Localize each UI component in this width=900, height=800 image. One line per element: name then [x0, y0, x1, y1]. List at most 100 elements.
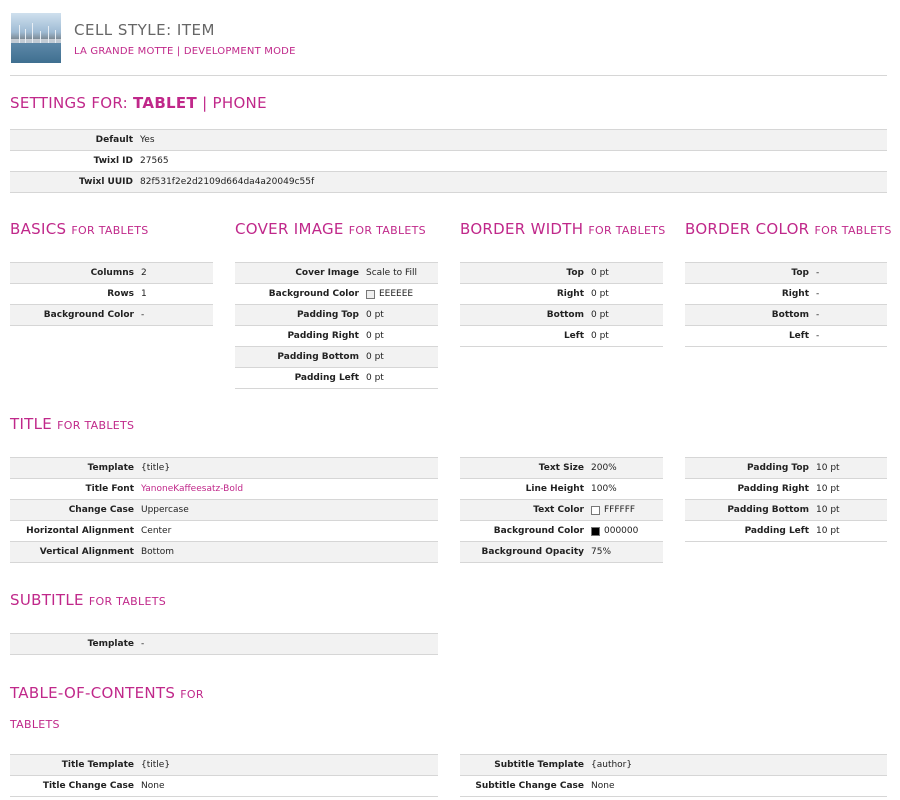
row-value: FFFFFF	[591, 505, 635, 515]
page-subtitle: LA GRANDE MOTTE | DEVELOPMENT MODE	[74, 46, 296, 57]
table-row: Padding Right 10 pt	[685, 479, 887, 500]
row-value: 0 pt	[366, 331, 384, 341]
row-value: 2	[141, 268, 147, 278]
row-value: 27565	[140, 156, 169, 166]
border-color-heading: BORDER COLOR FOR TABLETS	[685, 220, 892, 238]
table-row: Padding Right 0 pt	[235, 326, 438, 347]
row-value: 10 pt	[816, 484, 840, 494]
row-value: 0 pt	[591, 268, 609, 278]
toc-heading-continued: TABLETS	[10, 714, 60, 732]
device-tab-tablet[interactable]: TABLET	[133, 94, 197, 112]
row-value: 10 pt	[816, 505, 840, 515]
row-value-text: -	[816, 331, 820, 341]
table-row: Top -	[685, 263, 887, 284]
row-value-text: 0 pt	[366, 310, 384, 320]
row-value-text: 10 pt	[816, 526, 840, 536]
subtitle-separator: |	[176, 46, 181, 57]
table-row: Background Color -	[10, 305, 213, 326]
row-label: Padding Bottom	[727, 505, 809, 515]
table-row: Padding Top 10 pt	[685, 458, 887, 479]
row-value-text: {title}	[141, 760, 171, 770]
row-value: 0 pt	[591, 331, 609, 341]
table-row: Title Font YanoneKaffeesatz-Bold	[10, 479, 438, 500]
row-label: Text Color	[533, 505, 584, 515]
settings-heading: SETTINGS FOR: TABLET | PHONE	[10, 94, 267, 112]
cover-image-subtitle: FOR TABLETS	[348, 224, 426, 237]
row-value-text: 82f531f2e2d2109d664da4a20049c55f	[140, 177, 315, 187]
table-row: Text Size 200%	[460, 458, 663, 479]
project-name[interactable]: LA GRANDE MOTTE	[74, 46, 174, 57]
row-value: 100%	[591, 484, 617, 494]
row-label: Title Font	[85, 484, 134, 494]
row-label: Template	[87, 639, 134, 649]
row-label: Cover Image	[295, 268, 359, 278]
row-label: Right	[556, 289, 584, 299]
row-value-text: 0 pt	[591, 268, 609, 278]
table-row: Bottom -	[685, 305, 887, 326]
toc-title-table: Title Template {title} Title Change Case No…	[10, 754, 438, 797]
row-value-text: -	[816, 268, 820, 278]
cover-image-title: COVER IMAGE	[235, 220, 344, 238]
title-style-table: Text Size 200% Line Height 100% Text Color FF…	[460, 457, 663, 563]
row-value: 0 pt	[366, 373, 384, 383]
border-color-table: Top - Right - Bottom - Left -	[685, 262, 887, 347]
toc-heading: TABLE-OF-CONTENTS FOR	[10, 684, 204, 702]
table-row: Padding Left 0 pt	[235, 368, 438, 389]
table-row: Change Case Uppercase	[10, 500, 438, 521]
basics-table: Columns 2 Rows 1 Background Color -	[10, 262, 213, 326]
row-value: 1	[141, 289, 147, 299]
row-value-text: 75%	[591, 547, 612, 557]
table-row: Title Template {title}	[10, 755, 438, 776]
table-row: Left -	[685, 326, 887, 347]
row-label: Text Size	[538, 463, 584, 473]
row-label: Subtitle Change Case	[475, 781, 584, 791]
row-value: -	[816, 268, 819, 278]
table-row: Columns 2	[10, 263, 213, 284]
subtitle-table: Template -	[10, 633, 438, 655]
device-separator: |	[202, 94, 208, 112]
row-value-text: 27565	[140, 156, 169, 166]
row-value: 0 pt	[366, 310, 384, 320]
table-row: Subtitle Change Case None	[460, 776, 887, 797]
table-row: Padding Bottom 0 pt	[235, 347, 438, 368]
header-divider	[10, 75, 887, 76]
row-label: Left	[563, 331, 584, 341]
row-value: Uppercase	[141, 505, 189, 515]
table-row: Default Yes	[10, 130, 887, 151]
mode-label: DEVELOPMENT MODE	[183, 46, 296, 57]
basics-title: BASICS	[10, 220, 67, 238]
row-label: Twixl UUID	[78, 177, 133, 187]
row-value: {author}	[591, 760, 632, 770]
table-row: Padding Bottom 10 pt	[685, 500, 887, 521]
toc-title: TABLE-OF-CONTENTS	[10, 684, 176, 702]
color-swatch	[591, 526, 600, 536]
cover-image-table: Cover Image Scale to Fill Background Color…	[235, 262, 438, 389]
row-value-text: Scale to Fill	[366, 268, 417, 278]
row-value: 75%	[591, 547, 611, 557]
subtitle-section-heading: SUBTITLE FOR TABLETS	[10, 591, 166, 609]
row-value: 82f531f2e2d2109d664da4a20049c55f	[140, 177, 314, 187]
device-tab-phone[interactable]: PHONE	[213, 94, 267, 112]
row-value-text: 0 pt	[366, 352, 384, 362]
table-row: Template {title}	[10, 458, 438, 479]
row-label: Top	[791, 268, 809, 278]
row-value-text: None	[141, 781, 165, 791]
row-label: Padding Top	[747, 463, 809, 473]
row-value-text: 200%	[591, 463, 617, 473]
row-value: 0 pt	[591, 310, 609, 320]
row-value: Yes	[140, 135, 155, 145]
page-title: CELL STYLE: ITEM	[74, 21, 215, 39]
table-row: Twixl ID 27565	[10, 151, 887, 172]
title-section-title: TITLE	[10, 415, 53, 433]
row-value: -	[816, 331, 819, 341]
row-value: None	[591, 781, 614, 791]
row-label: Columns	[90, 268, 134, 278]
row-value: 0 pt	[366, 352, 384, 362]
color-swatch	[591, 505, 600, 515]
row-value-text: 10 pt	[816, 505, 840, 515]
row-value-text: 0 pt	[591, 310, 609, 320]
table-row: Right -	[685, 284, 887, 305]
toc-subtitle-for: FOR	[180, 688, 204, 701]
table-row: Subtitle Template {author}	[460, 755, 887, 776]
row-value: None	[141, 781, 164, 791]
